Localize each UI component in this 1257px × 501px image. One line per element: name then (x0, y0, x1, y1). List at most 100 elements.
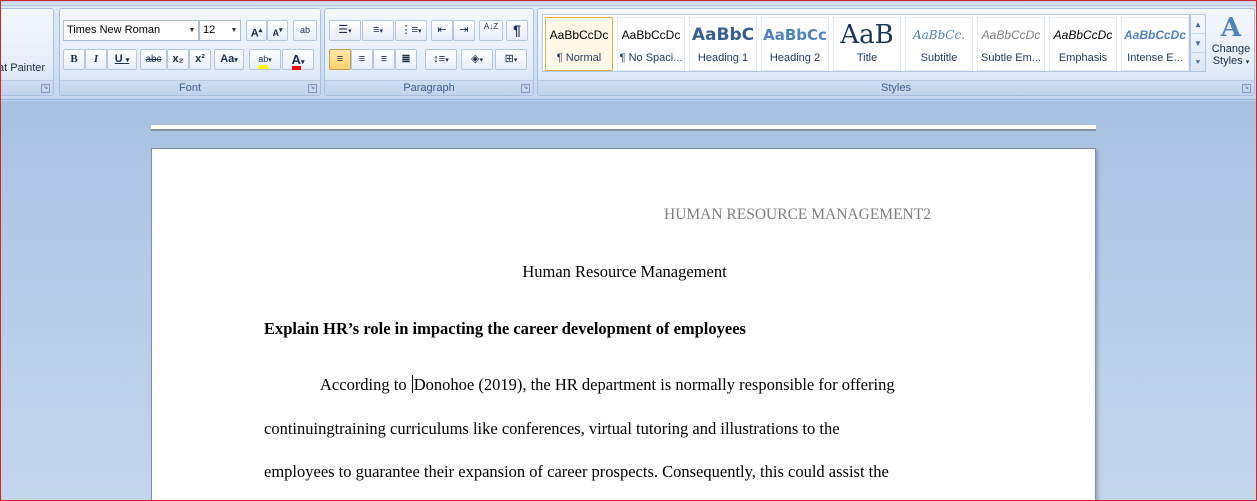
paragraph-line-3: employees to guarantee their expansion o… (264, 462, 889, 481)
chevron-down-icon: ▾ (268, 57, 272, 64)
scroll-down-icon[interactable]: ▼ (1191, 34, 1205, 53)
style-normal[interactable]: AaBbCcDc ¶ Normal (545, 17, 613, 71)
text-cursor (411, 375, 413, 393)
paragraph-text: Donohoe (2019), the HR department is nor… (413, 375, 895, 394)
style-subtitle[interactable]: AaBbCc. Subtitle (905, 17, 973, 71)
style-preview: AaBbCc (763, 26, 827, 44)
sort-button[interactable]: A↓Z (479, 20, 503, 41)
chevron-down-icon: ▾ (125, 57, 130, 64)
show-hide-marks-button[interactable]: ¶ (506, 20, 528, 41)
line-spacing-icon: ↕≡ (433, 53, 446, 65)
style-name: ¶ Normal (556, 52, 602, 64)
chevron-down-icon: ▾ (234, 57, 238, 64)
highlighter-glyph: ab (258, 54, 269, 64)
multilevel-list-icon: ⋮≡ (400, 24, 418, 36)
style-emphasis[interactable]: AaBbCcDc Emphasis (1049, 17, 1117, 71)
subscript-button[interactable]: x₂ (167, 49, 189, 70)
bold-button[interactable]: B (63, 49, 85, 70)
style-name: Title (856, 52, 878, 64)
style-intense-emphasis[interactable]: AaBbCcDc Intense E... (1121, 17, 1189, 71)
underline-button[interactable]: U ▾ (107, 49, 137, 70)
style-preview: AaBbCc. (912, 28, 966, 42)
paragraph-dialog-launcher[interactable]: ↘ (521, 84, 530, 93)
styles-group-label: Styles (538, 80, 1254, 95)
font-name-value: Times New Roman (67, 24, 161, 36)
increase-indent-icon: ⇥ (459, 24, 469, 36)
grow-font-button[interactable]: A▴ (246, 20, 267, 41)
superscript-icon: x² (195, 53, 205, 65)
styles-dialog-launcher[interactable]: ↘ (1242, 84, 1251, 93)
format-painter-label: at Painter (0, 62, 46, 74)
style-preview: AaBbCcDc (1123, 28, 1186, 42)
clipboard-dialog-launcher[interactable]: ↘ (41, 84, 50, 93)
numbering-button[interactable]: ≡▾ (362, 20, 394, 41)
borders-button[interactable]: ⊞▾ (495, 49, 527, 70)
page-header: HUMAN RESOURCE MANAGEMENT2 (664, 206, 931, 223)
format-painter-button[interactable]: at Painter (0, 58, 51, 79)
clipboard-group: at Painter ↘ (0, 8, 54, 96)
pilcrow-icon: ¶ (513, 22, 521, 38)
font-color-icon: A (291, 53, 301, 70)
align-left-button[interactable]: ≡ (329, 49, 351, 70)
change-styles-button[interactable]: A Change Styles ▾ (1208, 12, 1254, 76)
borders-icon: ⊞ (504, 53, 514, 65)
scroll-up-icon[interactable]: ▲ (1191, 15, 1205, 34)
ribbon-top-strip (0, 0, 1257, 6)
paragraph-group-label: Paragraph (325, 80, 533, 95)
style-heading-1[interactable]: AaBbC Heading 1 (689, 17, 757, 71)
document-heading: Explain HR’s role in impacting the caree… (264, 319, 746, 338)
line-spacing-button[interactable]: ↕≡▾ (425, 49, 457, 70)
style-subtle-emphasis[interactable]: AaBbCcDc Subtle Em... (977, 17, 1045, 71)
style-preview: AaBbCcDc (981, 28, 1041, 42)
chevron-down-icon: ▾ (379, 28, 383, 35)
more-styles-icon[interactable]: ⯆ (1191, 53, 1205, 72)
document-page[interactable]: HUMAN RESOURCE MANAGEMENT2 Human Resourc… (151, 148, 1096, 501)
font-name-combo[interactable]: Times New Roman ▼ (63, 20, 199, 41)
chevron-down-icon: ▾ (479, 57, 483, 64)
align-right-icon: ≡ (380, 53, 388, 65)
style-no-spacing[interactable]: AaBbCcDc ¶ No Spaci... (617, 17, 685, 71)
paragraph-group: ☰▾ ≡▾ ⋮≡▾ ⇤ ⇥ A↓Z ¶ ≡ ≡ ≡ ≣ ↕≡▾ ◈▾ ⊞▾ Pa… (324, 8, 534, 96)
font-group-label: Font (60, 80, 320, 95)
style-heading-2[interactable]: AaBbCc Heading 2 (761, 17, 829, 71)
font-group: Times New Roman ▼ 12 ▼ A▴ A▾ ab B I U ▾ … (59, 8, 321, 96)
style-preview: AaBbCcDc (621, 28, 681, 42)
shading-button[interactable]: ◈▾ (461, 49, 493, 70)
style-name: Intense E... (1127, 52, 1183, 64)
bullets-button[interactable]: ☰▾ (329, 20, 361, 41)
shrink-font-button[interactable]: A▾ (267, 20, 288, 41)
style-preview: AaBbCcDc (1053, 28, 1113, 42)
chevron-down-icon: ▾ (300, 59, 305, 66)
style-name: Subtle Em... (981, 52, 1041, 64)
style-title[interactable]: AaB Title (833, 17, 901, 71)
font-color-button[interactable]: A▾ (282, 49, 314, 70)
increase-indent-button[interactable]: ⇥ (453, 20, 475, 41)
document-area: HUMAN RESOURCE MANAGEMENT2 Human Resourc… (0, 101, 1257, 501)
document-title: Human Resource Management (522, 262, 727, 281)
styles-gallery: AaBbCcDc ¶ Normal AaBbCcDc ¶ No Spaci...… (542, 14, 1190, 72)
justify-button[interactable]: ≣ (395, 49, 417, 70)
align-left-icon: ≡ (336, 53, 344, 65)
highlight-button[interactable]: ab▾ (249, 49, 281, 70)
clear-formatting-icon: ab (299, 25, 310, 35)
font-size-combo[interactable]: 12 ▼ (199, 20, 241, 41)
style-name: Heading 1 (697, 52, 749, 64)
change-case-icon: Aa (220, 53, 235, 65)
superscript-button[interactable]: x² (189, 49, 211, 70)
bold-icon: B (70, 53, 78, 65)
decrease-indent-button[interactable]: ⇤ (431, 20, 453, 41)
font-dialog-launcher[interactable]: ↘ (308, 84, 317, 93)
multilevel-list-button[interactable]: ⋮≡▾ (395, 20, 427, 41)
change-styles-label: Change (1211, 43, 1251, 55)
italic-button[interactable]: I (85, 49, 107, 70)
style-name: Subtitle (920, 52, 958, 64)
chevron-down-icon: ▾ (417, 28, 422, 35)
align-right-button[interactable]: ≡ (373, 49, 395, 70)
change-styles-label-text: Styles (1212, 55, 1243, 67)
strikethrough-button[interactable]: abc (140, 49, 167, 70)
styles-gallery-scroller: ▲ ▼ ⯆ (1190, 14, 1206, 72)
change-case-button[interactable]: Aa▾ (214, 49, 244, 70)
sort-icon: A↓Z (483, 22, 499, 31)
clear-formatting-button[interactable]: ab (293, 20, 317, 41)
align-center-button[interactable]: ≡ (351, 49, 373, 70)
